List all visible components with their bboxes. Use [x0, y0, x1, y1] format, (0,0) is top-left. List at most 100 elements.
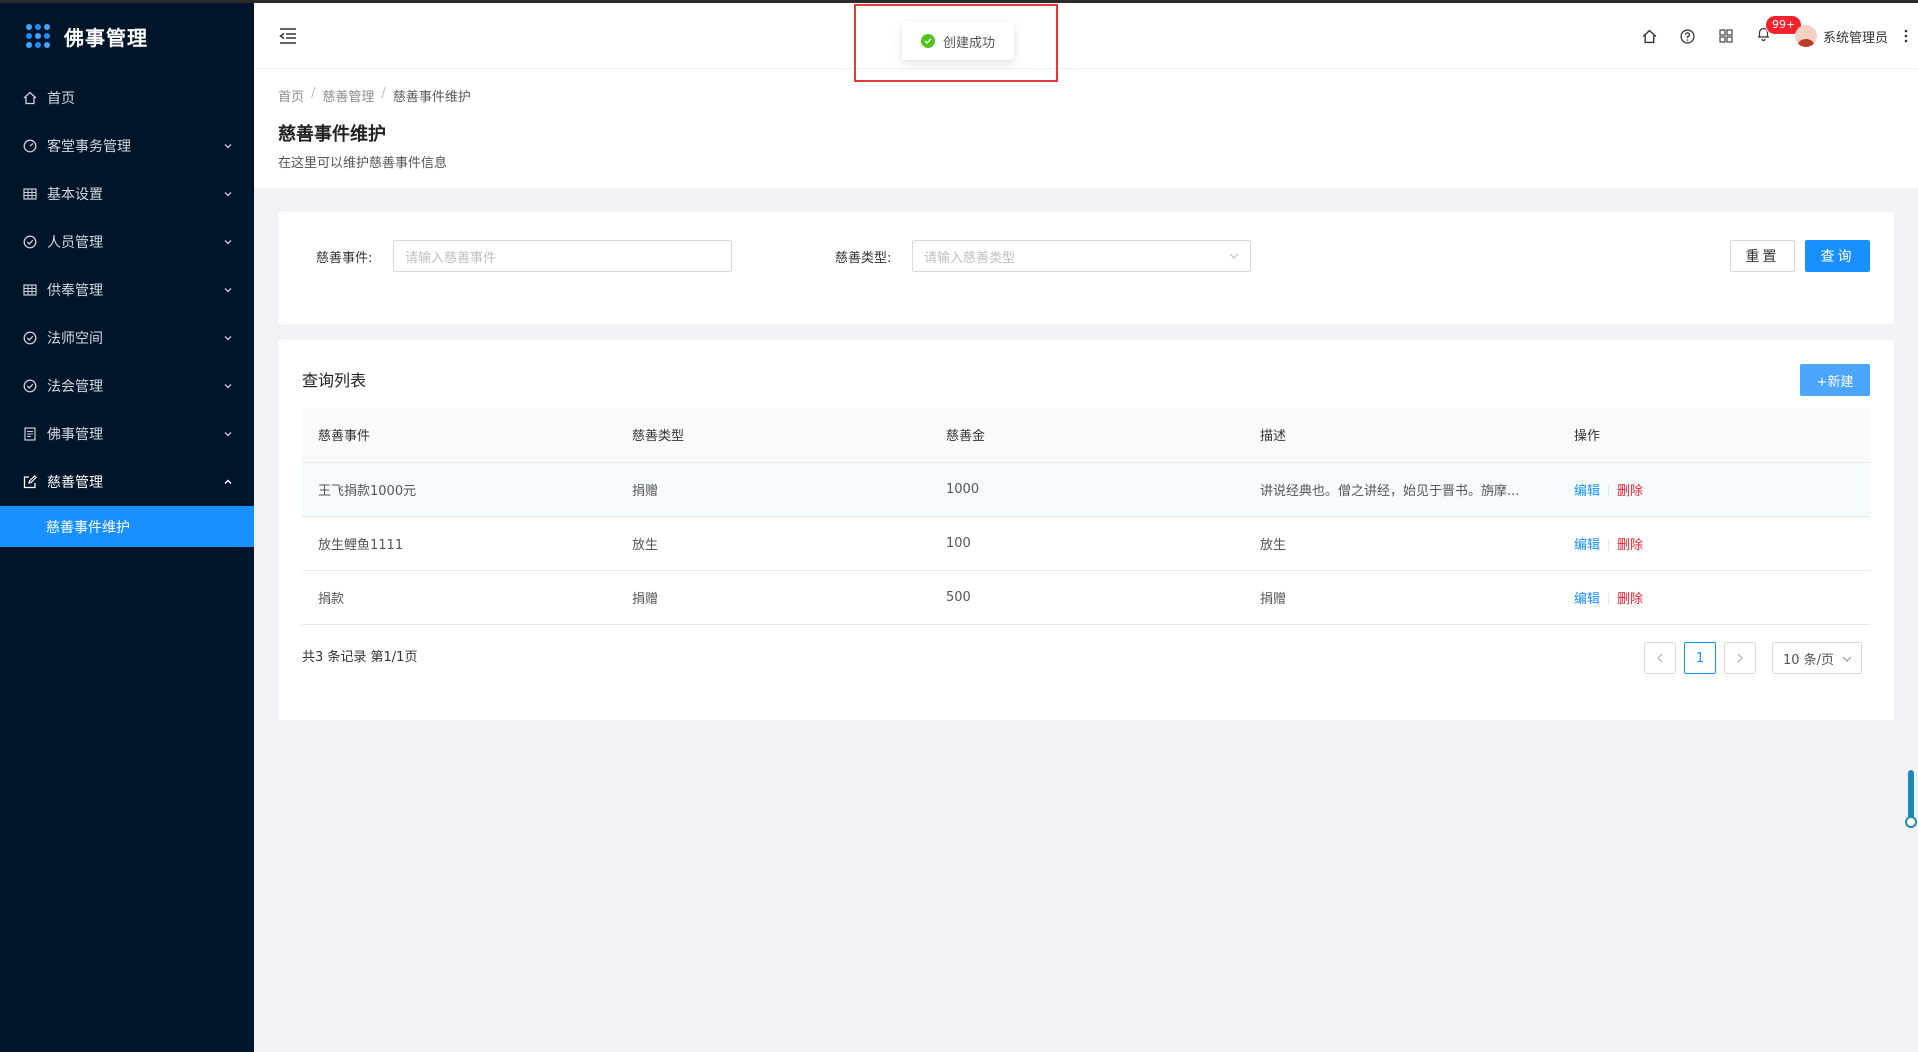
cell-amount: 1000 — [930, 462, 1244, 517]
menu-fold-icon[interactable] — [278, 27, 298, 45]
sidebar-item-offerings[interactable]: 供奉管理 — [0, 266, 254, 314]
table-row: 王飞捐款1000元 捐赠 1000 讲说经典也。僧之讲经，始见于晋书。旃摩...… — [302, 462, 1870, 517]
column-header: 慈善金 — [930, 408, 1244, 463]
sidebar-item-label: 基本设置 — [47, 187, 103, 203]
edit-icon — [22, 474, 38, 490]
app-logo[interactable]: 佛事管理 — [0, 0, 254, 72]
help-icon[interactable] — [1669, 3, 1707, 69]
chevron-down-icon — [222, 236, 234, 248]
check-circle-icon — [22, 234, 38, 250]
user-menu[interactable]: 系统管理员 — [1794, 25, 1888, 47]
table-icon — [22, 186, 38, 202]
description-text: 捐赠 — [1260, 591, 1287, 607]
home-icon — [22, 90, 38, 106]
breadcrumb: 首页 / 慈善管理 / 慈善事件维护 — [278, 86, 471, 105]
table-icon — [22, 282, 38, 298]
pagination: 1 10 条/页 — [1636, 642, 1862, 674]
page-size-value: 10 条/页 — [1783, 652, 1835, 668]
sidebar-subitem-charity-event[interactable]: 慈善事件维护 — [0, 506, 254, 547]
breadcrumb-separator: / — [311, 86, 316, 101]
search-form: 慈善事件: 请输入慈善事件 慈善类型: 请输入慈善类型 重置 查询 — [278, 212, 1894, 324]
next-page-button[interactable] — [1724, 642, 1756, 674]
prev-page-button[interactable] — [1644, 642, 1676, 674]
sidebar-item-label: 法会管理 — [47, 379, 103, 395]
chevron-down-icon — [222, 140, 234, 152]
sidebar-item-label: 供奉管理 — [47, 283, 103, 299]
cell-amount: 500 — [930, 570, 1244, 625]
profile-icon — [22, 426, 38, 442]
check-circle-icon — [22, 330, 38, 346]
charity-table: 慈善事件 慈善类型 慈善金 描述 操作 王飞捐款1000元 捐赠 1000 讲说… — [302, 408, 1870, 625]
sidebar-item-basic-settings[interactable]: 基本设置 — [0, 170, 254, 218]
event-input[interactable]: 请输入慈善事件 — [393, 240, 732, 272]
sidebar-item-dharma-assembly[interactable]: 法会管理 — [0, 362, 254, 410]
chevron-down-icon — [222, 284, 234, 296]
sidebar-item-buddhist-affairs[interactable]: 佛事管理 — [0, 410, 254, 458]
home-icon[interactable] — [1631, 3, 1669, 69]
annotation-highlight-box — [854, 4, 1058, 82]
cell-description: 讲说经典也。僧之讲经，始见于晋书。旃摩... — [1244, 462, 1558, 517]
description-text: 放生 — [1260, 537, 1287, 553]
check-circle-icon — [22, 378, 38, 394]
page-title: 慈善事件维护 — [278, 124, 386, 145]
action-divider — [1608, 485, 1610, 497]
page-header: 首页 / 慈善管理 / 慈善事件维护 慈善事件维护 在这里可以维护慈善事件信息 — [254, 69, 1918, 188]
app-title: 佛事管理 — [64, 25, 148, 50]
reset-button[interactable]: 重置 — [1730, 240, 1795, 272]
cell-actions: 编辑 删除 — [1558, 570, 1870, 625]
cell-type: 放生 — [616, 516, 930, 571]
action-divider — [1608, 539, 1610, 551]
chevron-down-icon — [1841, 653, 1853, 665]
delete-link[interactable]: 删除 — [1617, 592, 1643, 607]
query-button[interactable]: 查询 — [1805, 240, 1870, 272]
sidebar-item-home[interactable]: 首页 — [0, 74, 254, 122]
user-name: 系统管理员 — [1822, 30, 1888, 46]
notification-bell[interactable]: 99+ — [1745, 3, 1803, 69]
chevron-up-icon — [222, 476, 234, 488]
sidebar-item-label: 客堂事务管理 — [47, 139, 131, 155]
delete-link[interactable]: 删除 — [1617, 538, 1643, 553]
chevron-down-icon — [222, 332, 234, 344]
page-button-current[interactable]: 1 — [1684, 642, 1716, 674]
sidebar-item-master-space[interactable]: 法师空间 — [0, 314, 254, 362]
breadcrumb-item-home[interactable]: 首页 — [278, 86, 304, 105]
apps-icon[interactable] — [1707, 3, 1745, 69]
breadcrumb-separator: / — [381, 86, 386, 101]
breadcrumb-item-charity[interactable]: 慈善管理 — [322, 86, 374, 105]
edit-link[interactable]: 编辑 — [1574, 592, 1600, 607]
table-row: 放生鲤鱼1111 放生 100 放生 编辑 删除 — [302, 516, 1870, 571]
sidebar-item-personnel[interactable]: 人员管理 — [0, 218, 254, 266]
cell-event: 王飞捐款1000元 — [302, 462, 616, 517]
cell-description: 捐赠 — [1244, 570, 1558, 625]
more-vertical-icon[interactable] — [1896, 3, 1916, 69]
description-text: 讲说经典也。僧之讲经，始见于晋书。旃摩... — [1260, 483, 1520, 499]
page-description: 在这里可以维护慈善事件信息 — [278, 156, 448, 171]
delete-link[interactable]: 删除 — [1617, 484, 1643, 499]
column-header: 慈善类型 — [616, 408, 930, 463]
column-header: 慈善事件 — [302, 408, 616, 463]
new-button[interactable]: +新建 — [1800, 364, 1870, 396]
sidebar-item-charity[interactable]: 慈善管理 — [0, 458, 254, 506]
edit-link[interactable]: 编辑 — [1574, 484, 1600, 499]
cell-type: 捐赠 — [616, 462, 930, 517]
grid-logo-icon — [26, 24, 50, 48]
breadcrumb-item-current: 慈善事件维护 — [392, 90, 471, 105]
column-header: 描述 — [1244, 408, 1558, 463]
sidebar-item-label: 佛事管理 — [47, 427, 103, 443]
page-size-select[interactable]: 10 条/页 — [1772, 642, 1862, 674]
cell-description: 放生 — [1244, 516, 1558, 571]
cell-actions: 编辑 删除 — [1558, 516, 1870, 571]
chevron-down-icon — [222, 428, 234, 440]
sidebar-item-label: 人员管理 — [47, 235, 103, 251]
scrollbar-handle[interactable] — [1905, 816, 1917, 828]
chevron-right-icon — [1737, 653, 1743, 663]
sidebar-item-guest-hall[interactable]: 客堂事务管理 — [0, 122, 254, 170]
type-select-placeholder: 请输入慈善类型 — [924, 250, 1016, 266]
sidebar-item-label: 首页 — [47, 91, 75, 107]
edit-link[interactable]: 编辑 — [1574, 538, 1600, 553]
type-select[interactable]: 请输入慈善类型 — [912, 240, 1251, 272]
avatar — [1794, 25, 1817, 47]
sidebar: 佛事管理 首页 客堂事务管理 基本设置 人员管理 供奉管理 法师空间 法会管理 … — [0, 0, 254, 1052]
top-header: 99+ 系统管理员 — [254, 3, 1918, 69]
cell-type: 捐赠 — [616, 570, 930, 625]
